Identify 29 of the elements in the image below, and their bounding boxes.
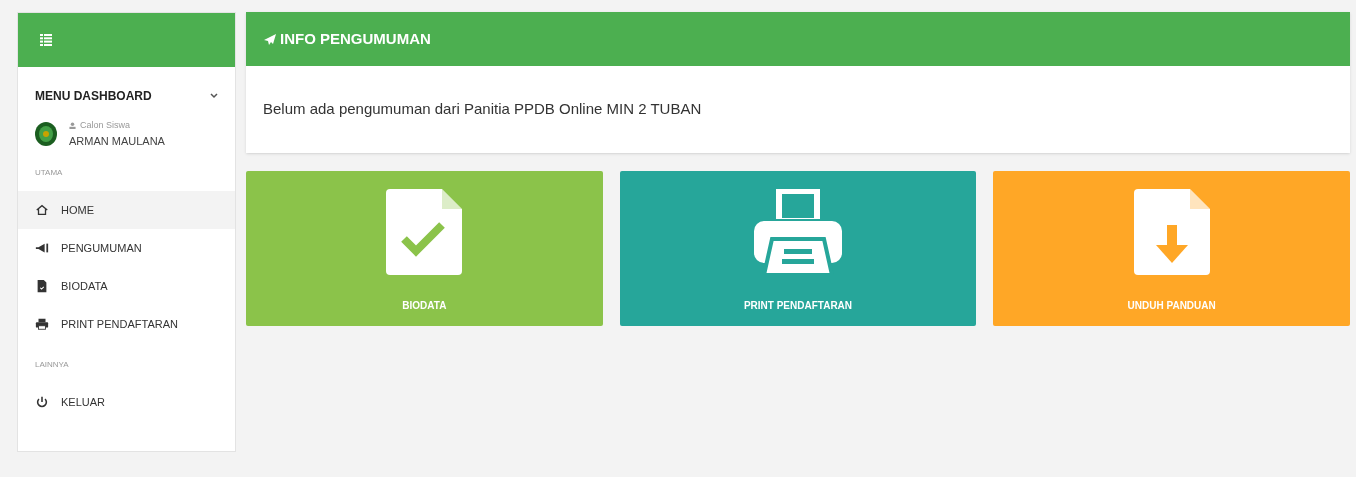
paper-plane-icon <box>264 33 276 45</box>
menu-label: PRINT PENDAFTARAN <box>61 316 178 332</box>
checked-document-icon <box>386 189 463 275</box>
tile-label: UNDUH PANDUAN <box>1127 299 1216 313</box>
download-document-icon <box>1133 189 1210 275</box>
tile-label: BIODATA <box>402 299 447 313</box>
printer-icon <box>754 189 842 275</box>
document-icon <box>35 279 49 293</box>
menu-title: MENU DASHBOARD <box>35 88 152 105</box>
power-icon <box>35 395 49 409</box>
megaphone-icon <box>35 241 49 255</box>
list-icon[interactable] <box>40 34 52 46</box>
user-icon <box>69 122 76 130</box>
menu-label: PENGUMUMAN <box>61 240 142 256</box>
home-icon <box>35 203 49 217</box>
section-label: LAINNYA <box>34 359 70 371</box>
menu-label: KELUAR <box>61 394 106 410</box>
user-role: Calon Siswa <box>80 119 131 132</box>
chevron-down-icon[interactable] <box>210 93 218 99</box>
card-title: INFO PENGUMUMAN <box>280 28 431 49</box>
menu-label: BIODATA <box>61 278 108 294</box>
section-label: UTAMA <box>34 167 64 179</box>
school-logo <box>35 122 57 146</box>
announcement-text: Belum ada pengumuman dari Panitia PPDB Online MIN 2 TUBAN <box>263 99 702 120</box>
printer-icon <box>35 317 49 331</box>
menu-item[interactable]: HOME <box>18 191 235 229</box>
tile-label: PRINT PENDAFTARAN <box>743 299 853 313</box>
user-name: ARMAN MAULANA <box>69 133 165 149</box>
menu-label: HOME <box>61 202 94 218</box>
